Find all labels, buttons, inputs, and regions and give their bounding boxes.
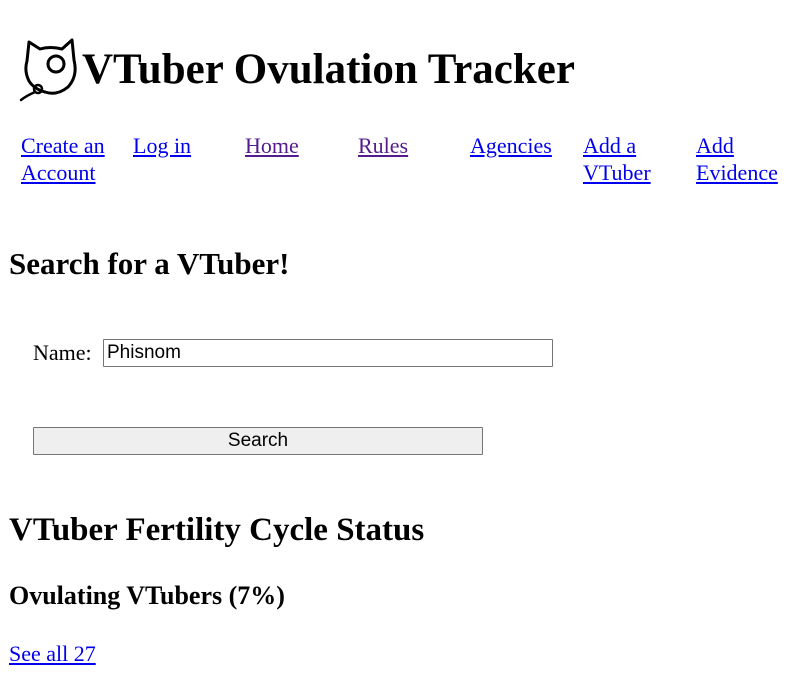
nav-link-agencies[interactable]: Agencies <box>470 132 570 159</box>
ovulating-vtubers-heading: Ovulating VTubers (7%) <box>9 581 285 610</box>
search-button[interactable]: Search <box>33 427 483 455</box>
name-label: Name: <box>33 340 92 365</box>
nav-link-rules[interactable]: Rules <box>358 132 458 159</box>
search-heading: Search for a VTuber! <box>9 246 290 281</box>
nav-link-home[interactable]: Home <box>245 132 345 159</box>
nav-link-add-evidence[interactable]: Add Evidence <box>696 132 808 186</box>
nav-link-add-vtuber[interactable]: Add a VTuber <box>583 132 683 186</box>
fertility-status-heading: VTuber Fertility Cycle Status <box>9 512 425 548</box>
see-all-link[interactable]: See all 27 <box>9 640 96 667</box>
name-search-input[interactable] <box>103 339 553 367</box>
main-nav: Create an Account Log in Home Rules Agen… <box>21 132 808 216</box>
nav-link-log-in[interactable]: Log in <box>133 132 233 159</box>
site-title: VTuber Ovulation Tracker <box>82 45 575 93</box>
cat-ovum-logo-icon <box>19 38 77 102</box>
nav-link-create-account[interactable]: Create an Account <box>21 132 121 186</box>
site-header: VTuber Ovulation Tracker <box>12 34 575 104</box>
